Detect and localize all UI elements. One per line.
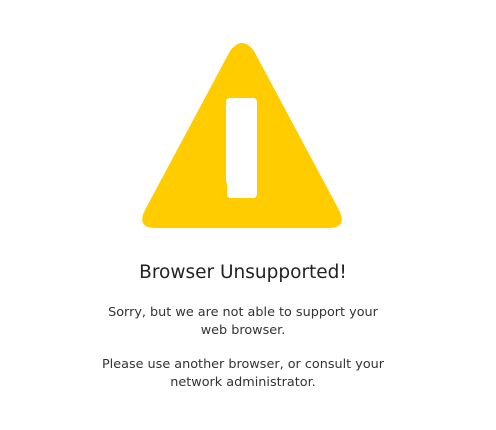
- unsupported-browser-page: Browser Unsupported! Sorry, but we are n…: [0, 0, 496, 430]
- message-line: Please use another browser, or consult y…: [101, 357, 385, 372]
- message-line: Sorry, but we are not able to support yo…: [108, 305, 378, 320]
- page-title: Browser Unsupported!: [139, 262, 347, 283]
- warning-icon: [142, 43, 342, 228]
- message-line: network administrator.: [170, 375, 316, 390]
- advice-message: Please use another browser, or consult y…: [0, 356, 486, 392]
- sorry-message: Sorry, but we are not able to support yo…: [0, 304, 486, 340]
- message-line: web browser.: [200, 323, 286, 338]
